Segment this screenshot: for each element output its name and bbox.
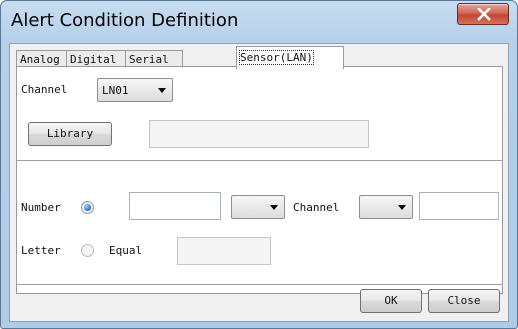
equal-value-input[interactable] xyxy=(177,237,271,265)
chevron-down-icon xyxy=(158,88,166,93)
tab-label: Analog xyxy=(20,53,60,66)
tab-sensor-lan[interactable]: Sensor(LAN) xyxy=(236,46,344,69)
number-value-input[interactable] xyxy=(129,192,221,220)
chevron-down-icon xyxy=(398,205,406,210)
window-close-button[interactable] xyxy=(457,3,509,25)
dialog-body: Analog Digital Serial Sensor(LAN) Channe… xyxy=(9,43,509,322)
tab-label: Digital xyxy=(70,53,117,66)
dialog-window: Alert Condition Definition Analog Digita… xyxy=(0,0,518,329)
number-radio[interactable] xyxy=(81,201,94,214)
chevron-down-icon xyxy=(270,205,278,210)
ok-button[interactable]: OK xyxy=(360,289,422,313)
footer-divider xyxy=(17,284,502,286)
channel-select[interactable]: LN01 xyxy=(97,78,173,102)
letter-label: Letter xyxy=(21,244,61,257)
tab-label: Serial xyxy=(129,53,169,66)
tab-panel-sensor-lan: Channel LN01 Library Number Channel Lett… xyxy=(16,66,503,294)
number-channel-select[interactable] xyxy=(359,195,413,219)
channel-label: Channel xyxy=(21,83,68,96)
close-x-icon xyxy=(477,8,491,21)
close-button[interactable]: Close xyxy=(428,289,500,313)
section-divider xyxy=(17,160,502,162)
number-operator-select[interactable] xyxy=(231,195,285,219)
tab-label: Sensor(LAN) xyxy=(239,50,314,65)
number-label: Number xyxy=(21,201,61,214)
number-channel-input[interactable] xyxy=(419,192,499,220)
equal-label: Equal xyxy=(109,244,143,257)
title-bar[interactable]: Alert Condition Definition xyxy=(1,1,517,41)
library-button[interactable]: Library xyxy=(28,122,112,146)
channel-select-value: LN01 xyxy=(102,84,129,97)
letter-radio[interactable] xyxy=(81,244,94,257)
number-channel-label: Channel xyxy=(293,201,340,214)
window-title: Alert Condition Definition xyxy=(11,10,239,31)
library-field[interactable] xyxy=(149,120,369,148)
